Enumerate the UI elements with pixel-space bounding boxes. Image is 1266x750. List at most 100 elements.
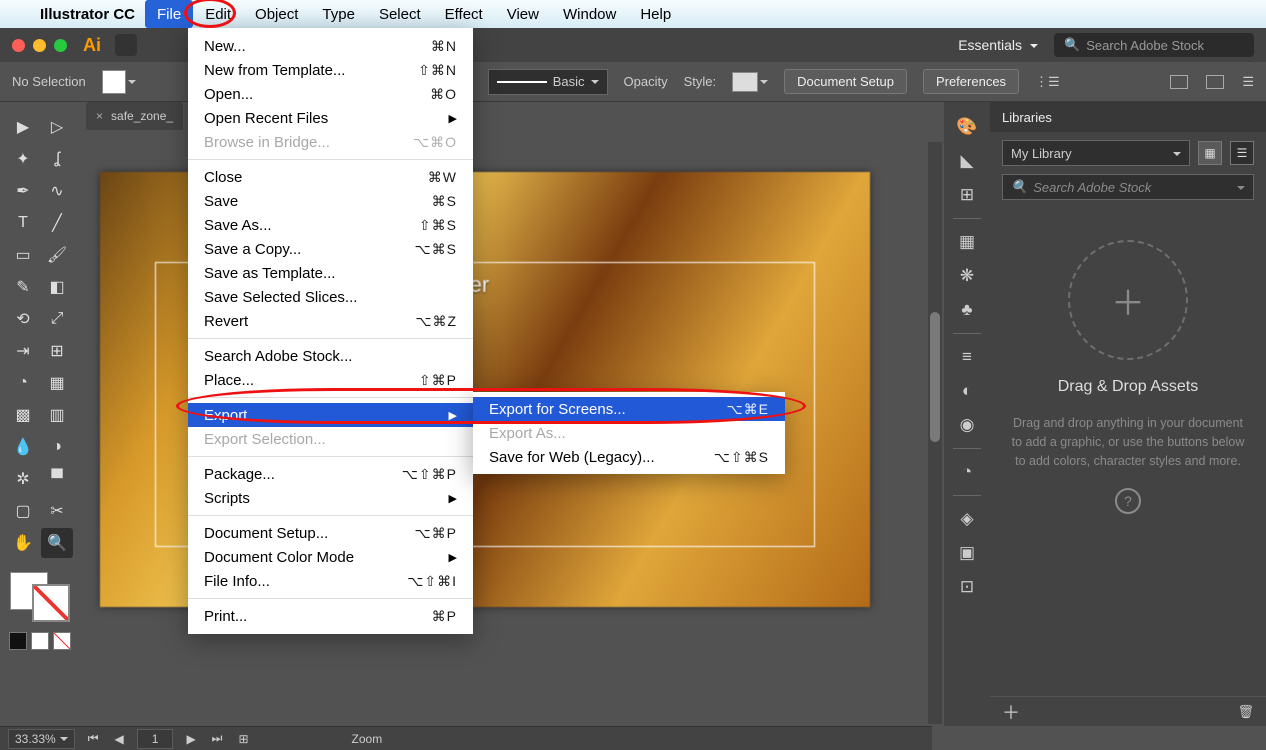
file-menu-document-color-mode[interactable]: Document Color Mode▶ <box>188 545 473 569</box>
brushes-icon[interactable]: ▦ <box>952 227 982 257</box>
eyedropper-tool[interactable]: 💧 <box>7 432 39 462</box>
file-menu-document-setup[interactable]: Document Setup...⌥⌘P <box>188 521 473 545</box>
scrollbar-thumb[interactable] <box>930 312 940 442</box>
selection-tool[interactable]: ▶ <box>7 112 39 142</box>
export-submenu-save-for-web-legacy[interactable]: Save for Web (Legacy)...⌥⇧⌘S <box>473 445 785 469</box>
transform-icon[interactable] <box>1170 75 1188 89</box>
menu-select[interactable]: Select <box>367 0 433 28</box>
menu-type[interactable]: Type <box>310 0 367 28</box>
assets-drop-zone[interactable]: ＋ Drag & Drop Assets Drag and drop anyth… <box>990 210 1266 696</box>
menu-view[interactable]: View <box>495 0 551 28</box>
symbols-icon[interactable]: ❋ <box>952 261 982 291</box>
paintbrush-tool[interactable]: 🖌 <box>41 240 73 270</box>
file-menu-dropdown[interactable]: New...⌘NNew from Template...⇧⌘NOpen...⌘O… <box>188 28 473 634</box>
artboard-number[interactable]: 1 <box>137 729 174 749</box>
chevron-down-icon[interactable] <box>760 74 768 89</box>
align-panel-icon[interactable] <box>1206 75 1224 89</box>
artboard-tool[interactable]: ▢ <box>7 496 39 526</box>
menu-window[interactable]: Window <box>551 0 628 28</box>
close-icon[interactable] <box>12 39 25 52</box>
preferences-button[interactable]: Preferences <box>923 69 1019 94</box>
file-menu-print[interactable]: Print...⌘P <box>188 604 473 628</box>
zoom-tool[interactable]: 🔍 <box>41 528 73 558</box>
file-menu-file-info[interactable]: File Info...⌥⇧⌘I <box>188 569 473 593</box>
document-setup-button[interactable]: Document Setup <box>784 69 907 94</box>
direct-selection-tool[interactable]: ▷ <box>41 112 73 142</box>
column-graph-tool[interactable]: ▀ <box>41 464 73 494</box>
magic-wand-tool[interactable]: ✦ <box>7 144 39 174</box>
menu-object[interactable]: Object <box>243 0 310 28</box>
file-menu-open[interactable]: Open...⌘O <box>188 82 473 106</box>
rotate-tool[interactable]: ⟲ <box>7 304 39 334</box>
draw-mode[interactable] <box>9 632 71 650</box>
file-menu-save-a-copy[interactable]: Save a Copy...⌥⌘S <box>188 237 473 261</box>
menu-help[interactable]: Help <box>628 0 683 28</box>
type-tool[interactable]: T <box>7 208 39 238</box>
prev-artboard-button[interactable]: ◀ <box>112 732 127 746</box>
zoom-level[interactable]: 33.33% <box>8 729 75 749</box>
library-search[interactable]: 🔍 Search Adobe Stock <box>1002 174 1254 200</box>
next-artboard-button[interactable]: ▶ <box>183 732 198 746</box>
list-view-button[interactable]: ☰ <box>1230 141 1254 165</box>
slice-tool[interactable]: ✂ <box>41 496 73 526</box>
file-menu-scripts[interactable]: Scripts▶ <box>188 486 473 510</box>
eraser-tool[interactable]: ◧ <box>41 272 73 302</box>
transparency-icon[interactable]: ◐ <box>952 376 982 406</box>
free-transform-tool[interactable]: ⊞ <box>41 336 73 366</box>
swatches-icon[interactable]: ⊞ <box>952 180 982 210</box>
library-select[interactable]: My Library <box>1002 140 1190 166</box>
align-icon[interactable]: ⋮☰ <box>1035 74 1060 90</box>
file-menu-open-recent-files[interactable]: Open Recent Files▶ <box>188 106 473 130</box>
graphic-style-swatch[interactable] <box>732 72 758 92</box>
delete-button[interactable]: 🗑 <box>1237 704 1254 720</box>
color-panel-icon[interactable]: 🎨 <box>952 112 982 142</box>
color-guide-icon[interactable]: ◣ <box>952 146 982 176</box>
file-menu-new[interactable]: New...⌘N <box>188 34 473 58</box>
help-icon[interactable]: ? <box>1115 488 1141 514</box>
file-menu-export[interactable]: Export▶ <box>188 403 473 427</box>
shape-builder-tool[interactable]: ◔ <box>7 368 39 398</box>
file-menu-save-as-template[interactable]: Save as Template... <box>188 261 473 285</box>
file-menu-package[interactable]: Package...⌥⇧⌘P <box>188 462 473 486</box>
gradient-tool[interactable]: ▥ <box>41 400 73 430</box>
graphic-styles-icon[interactable]: ◔ <box>952 457 982 487</box>
add-content-button[interactable]: ＋ <box>1002 699 1020 725</box>
titlebar-button[interactable] <box>115 34 137 56</box>
vertical-scrollbar[interactable] <box>928 142 942 724</box>
workspace-switcher[interactable]: Essentials <box>958 37 1038 53</box>
hand-tool[interactable]: ✋ <box>7 528 39 558</box>
file-menu-place[interactable]: Place...⇧⌘P <box>188 368 473 392</box>
perspective-tool[interactable]: ▦ <box>41 368 73 398</box>
mesh-tool[interactable]: ▩ <box>7 400 39 430</box>
pen-tool[interactable]: ✒ <box>7 176 39 206</box>
blend-tool[interactable]: ◑ <box>41 432 73 462</box>
rectangle-tool[interactable]: ▭ <box>7 240 39 270</box>
shaper-tool[interactable]: ✎ <box>7 272 39 302</box>
line-tool[interactable]: ╱ <box>41 208 73 238</box>
chevron-down-icon[interactable] <box>128 74 136 89</box>
asset-export-icon[interactable]: ▣ <box>952 538 982 568</box>
width-tool[interactable]: ⇥ <box>7 336 39 366</box>
document-tab[interactable]: × safe_zone_ <box>86 102 183 130</box>
first-artboard-button[interactable]: ⏮ <box>85 731 102 746</box>
close-tab-icon[interactable]: × <box>96 109 103 123</box>
artboard-nav-icon[interactable]: ⊞ <box>235 732 251 746</box>
file-menu-save-selected-slices[interactable]: Save Selected Slices... <box>188 285 473 309</box>
file-menu-save[interactable]: Save⌘S <box>188 189 473 213</box>
search-adobe-stock[interactable]: 🔍 Search Adobe Stock <box>1054 33 1254 57</box>
export-submenu[interactable]: Export for Screens...⌥⌘EExport As...Save… <box>473 392 785 474</box>
symbol-sprayer-tool[interactable]: ✲ <box>7 464 39 494</box>
minimize-icon[interactable] <box>33 39 46 52</box>
grid-view-button[interactable]: ▦ <box>1198 141 1222 165</box>
stroke-style-select[interactable]: Basic <box>488 69 608 95</box>
menu-edit[interactable]: Edit <box>193 0 243 28</box>
file-menu-search-adobe-stock[interactable]: Search Adobe Stock... <box>188 344 473 368</box>
scale-tool[interactable]: ⤢ <box>41 304 73 334</box>
libraries-tab[interactable]: Libraries <box>990 102 1266 132</box>
stroke-panel-icon[interactable]: ♣ <box>952 295 982 325</box>
file-menu-new-from-template[interactable]: New from Template...⇧⌘N <box>188 58 473 82</box>
gradient-panel-icon[interactable]: ≡ <box>952 342 982 372</box>
menu-effect[interactable]: Effect <box>433 0 495 28</box>
list-icon[interactable]: ☰ <box>1242 74 1254 90</box>
menu-file[interactable]: File <box>145 0 193 28</box>
